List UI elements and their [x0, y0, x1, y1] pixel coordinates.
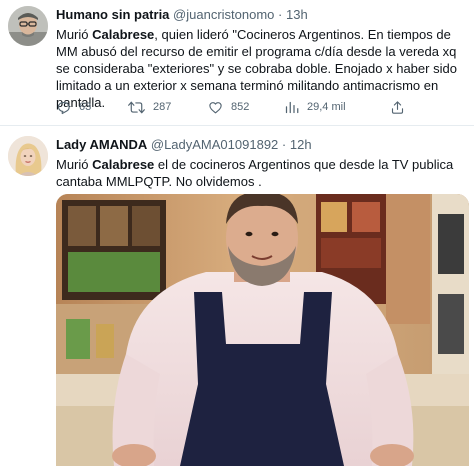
timestamp[interactable]: 12h — [290, 137, 312, 152]
separator-dot: · — [278, 7, 283, 22]
tweet-header: Lady AMANDA @LadyAMA01091892 · 12h — [56, 137, 312, 153]
display-name[interactable]: Humano sin patria — [56, 7, 169, 22]
tweet[interactable]: Humano sin patria @juancristonomo · 13h … — [0, 0, 474, 126]
views-icon — [285, 101, 299, 113]
retweet-count: 287 — [153, 101, 172, 113]
user-handle[interactable]: @juancristonomo — [173, 7, 274, 22]
share-button[interactable] — [390, 98, 405, 116]
heart-icon — [209, 101, 222, 113]
views-button[interactable]: 29,4 mil — [284, 98, 346, 116]
reply-count: 63 — [79, 101, 92, 113]
highlighted-keyword: Calabrese — [92, 27, 155, 42]
tweet-text-segment: Murió — [56, 157, 93, 172]
share-icon — [391, 100, 404, 114]
views-count: 29,4 mil — [307, 101, 346, 113]
like-count: 852 — [231, 101, 250, 113]
avatar-image — [8, 6, 48, 46]
avatar[interactable] — [8, 6, 48, 46]
retweet-icon — [128, 101, 145, 113]
tweet-text-segment: Murió — [56, 27, 93, 42]
tweet-header: Humano sin patria @juancristonomo · 13h — [56, 7, 308, 23]
tweet-photo[interactable] — [56, 194, 469, 466]
chef-photo-image — [56, 194, 469, 466]
tweet-actions: 63 287 852 29,4 mil — [56, 98, 456, 116]
tweet-text: Murió Calabrese el de cocineros Argentin… — [56, 156, 466, 190]
tweet[interactable]: Lady AMANDA @LadyAMA01091892 · 12h Murió… — [0, 126, 474, 466]
avatar-image — [8, 136, 48, 176]
timestamp[interactable]: 13h — [286, 7, 308, 22]
retweet-button[interactable]: 287 — [128, 98, 171, 116]
user-handle[interactable]: @LadyAMA01091892 — [151, 137, 278, 152]
reply-button[interactable]: 63 — [56, 98, 91, 116]
reply-icon — [57, 101, 70, 114]
highlighted-keyword: Calabrese — [92, 157, 155, 172]
like-button[interactable]: 852 — [208, 98, 249, 116]
display-name[interactable]: Lady AMANDA — [56, 137, 147, 152]
avatar[interactable] — [8, 136, 48, 176]
separator-dot: · — [281, 137, 287, 152]
